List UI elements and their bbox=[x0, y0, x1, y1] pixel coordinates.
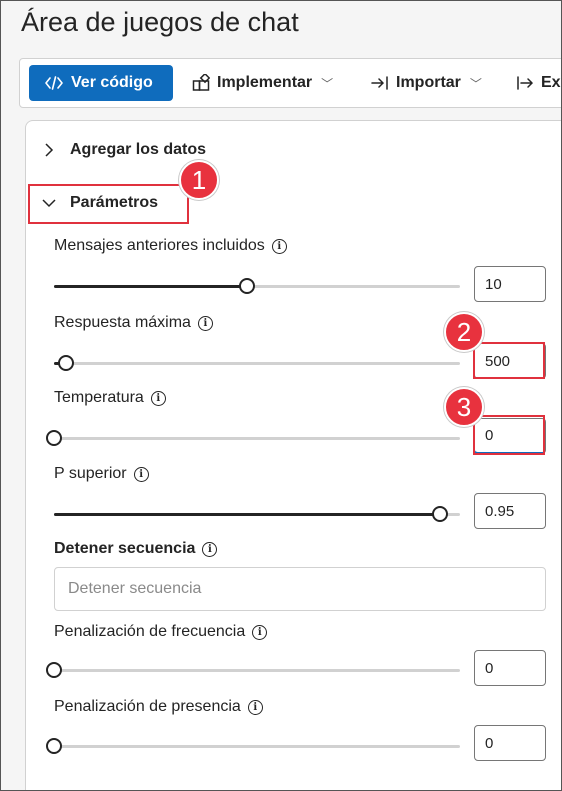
callout-badge-1: 1 bbox=[179, 160, 219, 200]
deploy-button[interactable]: Implementar ﹀ bbox=[192, 65, 333, 101]
past-messages-slider[interactable] bbox=[54, 276, 460, 296]
export-label: Ex bbox=[541, 74, 561, 91]
max-response-input[interactable]: 500 bbox=[474, 343, 546, 379]
top-p-label: P superior i bbox=[54, 465, 149, 483]
window: Área de juegos de chat Ver código Implem… bbox=[0, 0, 562, 791]
info-icon[interactable]: i bbox=[150, 390, 166, 406]
stop-sequence-label: Detener secuencia i bbox=[54, 540, 218, 558]
callout-badge-3: 3 bbox=[444, 387, 484, 427]
frequency-penalty-input[interactable]: 0 bbox=[474, 650, 546, 686]
callout-badge-2: 2 bbox=[444, 312, 484, 352]
past-messages-input[interactable]: 10 bbox=[474, 266, 546, 302]
presence-penalty-label: Penalización de presencia i bbox=[54, 698, 263, 716]
info-icon[interactable]: i bbox=[247, 699, 263, 715]
chevron-down-icon bbox=[42, 199, 56, 208]
toolbar: Ver código Implementar ﹀ Importar ﹀ Ex bbox=[19, 58, 561, 108]
chevron-right-icon bbox=[45, 143, 54, 157]
slider-track bbox=[54, 437, 460, 440]
view-code-button[interactable]: Ver código bbox=[29, 65, 173, 101]
slider-thumb[interactable] bbox=[46, 430, 62, 446]
import-label: Importar bbox=[396, 74, 461, 91]
info-icon[interactable]: i bbox=[252, 624, 268, 640]
presence-penalty-input[interactable]: 0 bbox=[474, 725, 546, 761]
top-p-text: P superior bbox=[54, 465, 127, 482]
slider-track bbox=[54, 362, 460, 365]
slider-fill bbox=[54, 285, 247, 288]
page-title: Área de juegos de chat bbox=[21, 7, 299, 37]
info-icon[interactable]: i bbox=[202, 541, 218, 557]
frequency-penalty-text: Penalización de frecuencia bbox=[54, 623, 246, 640]
slider-thumb[interactable] bbox=[431, 506, 448, 522]
max-response-slider[interactable] bbox=[54, 353, 460, 373]
stop-sequence-text: Detener secuencia bbox=[54, 540, 196, 557]
info-icon[interactable]: i bbox=[271, 238, 287, 254]
frequency-penalty-slider[interactable] bbox=[46, 660, 460, 680]
chevron-down-icon: ﹀ bbox=[321, 76, 334, 91]
max-response-label: Respuesta máxima i bbox=[54, 314, 213, 332]
temperature-text: Temperatura bbox=[54, 389, 144, 406]
slider-track bbox=[54, 745, 460, 748]
slider-track bbox=[54, 669, 460, 672]
temperature-label: Temperatura i bbox=[54, 389, 166, 407]
past-messages-text: Mensajes anteriores incluidos bbox=[54, 237, 265, 254]
presence-penalty-text: Penalización de presencia bbox=[54, 698, 241, 715]
temperature-input[interactable]: 0 bbox=[474, 418, 546, 454]
top-p-slider[interactable] bbox=[54, 504, 460, 524]
temperature-slider[interactable] bbox=[46, 428, 460, 448]
view-code-label: Ver código bbox=[71, 74, 153, 91]
add-data-section[interactable]: Agregar los datos bbox=[42, 141, 206, 159]
import-icon bbox=[371, 76, 388, 90]
import-button[interactable]: Importar ﹀ bbox=[371, 65, 482, 101]
parameters-section[interactable]: Parámetros bbox=[42, 194, 158, 212]
slider-thumb[interactable] bbox=[238, 278, 255, 294]
presence-penalty-slider[interactable] bbox=[46, 736, 460, 756]
chevron-down-icon: ﹀ bbox=[469, 76, 482, 91]
deploy-icon bbox=[192, 74, 210, 91]
top-p-input[interactable]: 0.95 bbox=[474, 493, 546, 529]
info-icon[interactable]: i bbox=[133, 466, 149, 482]
deploy-label: Implementar bbox=[217, 74, 313, 91]
max-response-text: Respuesta máxima bbox=[54, 314, 191, 331]
frequency-penalty-label: Penalización de frecuencia i bbox=[54, 623, 268, 641]
parameters-label: Parámetros bbox=[70, 194, 159, 211]
slider-thumb[interactable] bbox=[58, 355, 75, 371]
slider-thumb[interactable] bbox=[46, 738, 62, 754]
export-icon bbox=[517, 76, 534, 90]
add-data-label: Agregar los datos bbox=[70, 141, 207, 158]
settings-panel: Agregar los datos Parámetros Mensajes an… bbox=[25, 120, 561, 790]
past-messages-label: Mensajes anteriores incluidos i bbox=[54, 237, 287, 255]
slider-fill bbox=[54, 513, 440, 516]
export-button[interactable]: Ex bbox=[516, 65, 561, 101]
stop-sequence-input[interactable]: Detener secuencia bbox=[54, 567, 546, 611]
slider-thumb[interactable] bbox=[46, 662, 62, 678]
info-icon[interactable]: i bbox=[197, 315, 213, 331]
code-icon bbox=[45, 76, 63, 90]
